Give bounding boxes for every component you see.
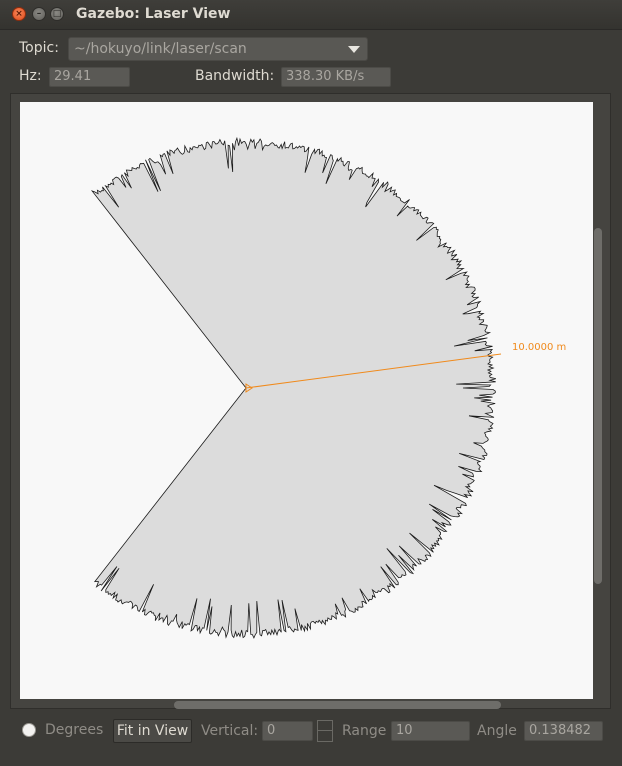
laser-view-window: × – □ Gazebo: Laser View Topic: ~/hokuyo… <box>0 0 622 766</box>
laser-scan-area <box>90 136 496 639</box>
window-title: Gazebo: Laser View <box>76 6 231 22</box>
laser-scan-canvas[interactable]: 10.0000 m <box>20 102 593 699</box>
horizontal-scrollbar[interactable] <box>174 701 501 709</box>
maximize-window-button[interactable]: □ <box>50 7 64 21</box>
hz-field[interactable]: 29.41 <box>49 67 130 87</box>
degrees-radio[interactable] <box>22 723 36 737</box>
bandwidth-field[interactable]: 338.30 KB/s <box>281 67 391 87</box>
topic-label: Topic: <box>19 40 59 56</box>
laser-scan-plot: 10.0000 m <box>90 136 566 639</box>
vertical-label: Vertical: <box>201 723 259 739</box>
vertical-splitter-icon[interactable] <box>317 720 333 742</box>
range-field[interactable]: 10 <box>391 721 470 741</box>
chevron-down-icon <box>348 46 360 53</box>
title-bar: × – □ Gazebo: Laser View <box>0 0 622 30</box>
angle-label: Angle <box>477 723 517 739</box>
hz-label: Hz: <box>19 68 42 84</box>
topic-value: ~/hokuyo/link/laser/scan <box>74 41 247 57</box>
minimize-window-button[interactable]: – <box>32 7 46 21</box>
bandwidth-label: Bandwidth: <box>195 68 275 84</box>
fit-in-view-button[interactable]: Fit in View <box>113 719 192 743</box>
degrees-label: Degrees <box>45 722 104 738</box>
range-label: 10.0000 m <box>512 342 566 353</box>
close-window-button[interactable]: × <box>12 7 26 21</box>
topic-dropdown[interactable]: ~/hokuyo/link/laser/scan <box>68 37 368 61</box>
range-control-label: Range <box>342 723 387 739</box>
angle-field[interactable]: 0.138482 <box>524 721 603 741</box>
vertical-field[interactable]: 0 <box>262 721 313 741</box>
vertical-scrollbar[interactable] <box>594 228 602 584</box>
